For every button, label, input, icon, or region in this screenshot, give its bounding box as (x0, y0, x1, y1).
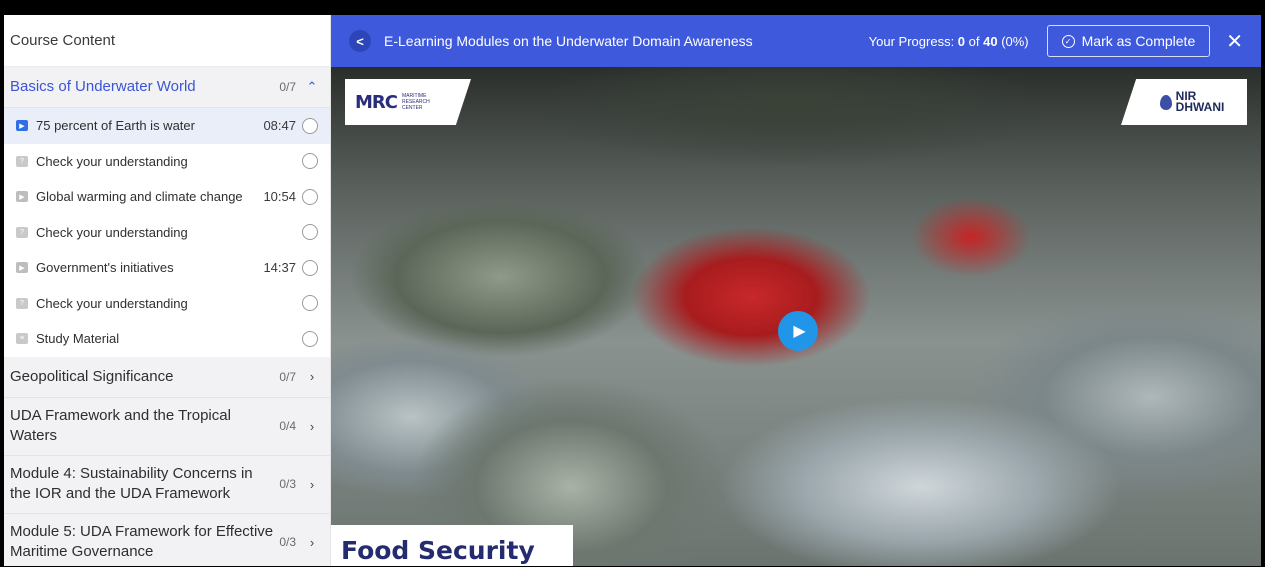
completion-checkbox[interactable] (302, 330, 318, 347)
video-player[interactable]: MRC MARITIME RESEARCH CENTER NIR DHWANI ▶ F… (331, 67, 1261, 566)
lesson-duration: 14:37 (263, 260, 296, 276)
video-icon: ▶ (16, 191, 28, 203)
mark-as-complete-label: Mark as Complete (1081, 33, 1196, 49)
completion-checkbox[interactable] (302, 153, 318, 170)
chevron-right-icon: › (309, 534, 315, 550)
chevron-right-icon: › (309, 476, 315, 492)
section-count: 0/7 (279, 80, 296, 94)
lesson-label: Check your understanding (36, 153, 188, 169)
progress-indicator: Your Progress: 0 of 40 (0%) (868, 33, 1029, 49)
lesson-item-study-material[interactable]: ≡ Study Material (4, 321, 330, 357)
video-icon: ▶ (16, 120, 28, 132)
section-count: 0/3 (279, 535, 296, 549)
chevron-right-icon: › (309, 369, 315, 384)
completion-checkbox[interactable] (302, 117, 318, 134)
lesson-label: Global warming and climate change (36, 189, 243, 205)
chevron-right-icon: › (309, 418, 315, 434)
section-uda-framework-tropical-waters[interactable]: UDA Framework and the Tropical Waters 0/4… (4, 397, 330, 456)
play-icon: ▶ (793, 323, 806, 340)
section-count: 0/3 (279, 477, 296, 491)
screen-frame: Course Content Basics of Underwater Worl… (0, 0, 1265, 567)
section-count: 0/7 (279, 369, 296, 384)
section-count: 0/4 (279, 419, 296, 433)
mrc-logo: MRC MARITIME RESEARCH CENTER (345, 79, 471, 125)
lesson-item-check-understanding-3[interactable]: ? Check your understanding (4, 286, 330, 322)
lesson-label: Check your understanding (36, 224, 188, 240)
lesson-list: ▶ 75 percent of Earth is water 08:47 ? C… (4, 108, 330, 357)
mark-as-complete-button[interactable]: ✓ Mark as Complete (1046, 25, 1211, 57)
course-player: Course Content Basics of Underwater Worl… (4, 15, 1261, 566)
lesson-duration: 10:54 (263, 189, 296, 205)
lesson-item-global-warming[interactable]: ▶ Global warming and climate change 10:5… (4, 179, 330, 215)
back-button[interactable]: < (349, 30, 371, 52)
completion-checkbox[interactable] (302, 224, 318, 241)
lesson-label: Check your understanding (36, 295, 188, 311)
lesson-item-75-percent-earth-water[interactable]: ▶ 75 percent of Earth is water 08:47 (4, 108, 330, 144)
lesson-item-check-understanding-2[interactable]: ? Check your understanding (4, 215, 330, 251)
section-basics-of-underwater-world[interactable]: Basics of Underwater World 0/7 ⌃ (4, 67, 330, 108)
section-title: UDA Framework and the Tropical Waters (10, 407, 231, 444)
close-icon[interactable]: ✕ (1226, 29, 1243, 54)
document-icon: ≡ (16, 333, 28, 345)
nirdhwani-logo: NIR DHWANI (1121, 79, 1247, 125)
quiz-icon: ? (16, 155, 28, 167)
quiz-icon: ? (16, 226, 28, 238)
lesson-item-government-initiatives[interactable]: ▶ Government's initiatives 14:37 (4, 250, 330, 286)
check-circle-icon: ✓ (1061, 34, 1075, 48)
completion-checkbox[interactable] (302, 188, 318, 205)
completion-checkbox[interactable] (302, 259, 318, 276)
player-topbar: < E-Learning Modules on the Underwater D… (331, 15, 1261, 67)
lesson-item-check-understanding-1[interactable]: ? Check your understanding (4, 144, 330, 180)
lesson-label: Study Material (36, 331, 120, 347)
chevron-up-icon: ⌃ (306, 79, 318, 94)
sidebar-header: Course Content (4, 15, 330, 67)
video-caption: Food Security (331, 525, 573, 566)
section-title: Module 4: Sustainability Concerns in the … (10, 465, 253, 502)
video-icon: ▶ (16, 262, 28, 274)
drop-icon (1159, 94, 1172, 110)
lesson-duration: 08:47 (263, 118, 296, 134)
quiz-icon: ? (16, 297, 28, 309)
section-title: Geopolitical Significance (10, 367, 174, 385)
play-button[interactable]: ▶ (778, 311, 818, 351)
completion-checkbox[interactable] (302, 295, 318, 312)
course-title: E-Learning Modules on the Underwater Dom… (384, 33, 753, 49)
course-content-sidebar: Course Content Basics of Underwater Worl… (4, 15, 331, 566)
section-title: Module 5: UDA Framework for Effective Mar… (10, 523, 274, 560)
section-geopolitical-significance[interactable]: Geopolitical Significance 0/7 › (4, 356, 330, 398)
section-module-4[interactable]: Module 4: Sustainability Concerns in the … (4, 455, 330, 514)
lesson-label: 75 percent of Earth is water (36, 118, 195, 134)
section-module-5[interactable]: Module 5: UDA Framework for Effective Mar… (4, 513, 330, 566)
lesson-label: Government's initiatives (36, 260, 174, 276)
chevron-left-icon: < (356, 33, 364, 49)
section-title: Basics of Underwater World (10, 78, 196, 95)
